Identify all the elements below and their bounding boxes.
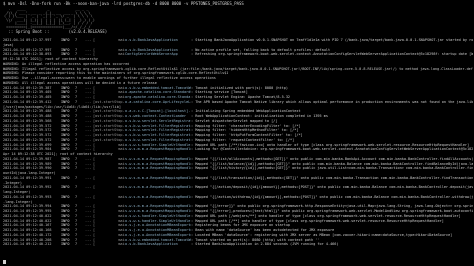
log-message: : Mapped "{[/list/history/{id}],methods=…	[191, 166, 473, 171]
log-thread: [ main]	[93, 166, 125, 171]
log-logger: s.w.s.m.m.a.RequestMappingHandlerMapping	[125, 194, 191, 199]
log-level: INFO	[61, 194, 70, 199]
log-logger: s.w.s.m.m.a.RequestMappingHandlerMapping	[125, 166, 191, 171]
log-thread: [ main]	[93, 194, 125, 199]
log-logger: o.a.catalina.core.AprLifecycleListener	[125, 99, 191, 104]
log-thread: [ main]	[93, 175, 125, 180]
log-line: 2021-04-14 09:12:39.993INFO7---[ main]s.…	[3, 195, 473, 200]
log-level: INFO	[61, 166, 70, 171]
log-logger: s.w.s.m.m.a.RequestMappingHandlerAdapter	[125, 147, 191, 152]
log-logger: o.s.b.BankJavaApplication	[125, 242, 178, 247]
spring-boot-version-line: :: Spring Boot :: (v2.0.4.RELEASE)	[6, 29, 108, 34]
command-line: $ mvn -Dsl -Dno-fork run -Bk --noon-ban-…	[3, 1, 244, 6]
log-thread: [ main]	[93, 38, 125, 42]
log-level: INFO	[61, 242, 70, 247]
terminal-window[interactable]: $ mvn -Dsl -Dno-fork run -Bk --noon-ban-…	[0, 0, 474, 266]
log-message: : Mapped "{[/action/withdraw/{id}/{amoun…	[191, 194, 473, 199]
log-logger: s.w.s.m.m.a.RequestMappingHandlerMapping	[125, 175, 191, 180]
spring-ascii-banner: . ____ _ __ _ _ /\\ / ___'_ __ _ _(_)_ _…	[4, 7, 95, 30]
log-line: 2021-04-14 09:12:40.212 INFO 7 ---[ main]o.…	[3, 242, 473, 247]
log-pid: 7	[75, 194, 78, 199]
log-message: : Mapped "{[/action/deposit/{id}/{amount…	[191, 185, 473, 190]
log-message: : Starting BankJavaApplication v0.0.1-SN…	[191, 38, 473, 42]
log-message: : Mapped "{[/list/transaction/{id}],meth…	[191, 175, 473, 180]
log-pid: 7	[75, 38, 78, 42]
log-logger: s.w.s.m.m.a.RequestMappingHandlerMapping	[125, 185, 191, 190]
log-line: 2021-04-14 09:12:39.990INFO7---[ main]s.…	[3, 166, 473, 171]
log-message: : Refreshing org.springframework.boot.we…	[191, 52, 473, 57]
log-thread: [ main]	[93, 185, 125, 190]
log-separator: ---	[85, 242, 92, 247]
log-line: 2021-04-14 09:12:37.997INFO7---[ main]o.…	[3, 38, 473, 43]
log-separator: ---	[85, 166, 92, 171]
log-message: : Looking for @ControllerAdvice: org.spr…	[191, 147, 473, 152]
log-separator: ---	[85, 185, 92, 190]
log-separator: ---	[85, 175, 92, 180]
log-logger: ConfigServletWebServerApp	[125, 52, 178, 57]
log-line: 2021-04-14 09:12:39.991INFO7---[ main]s.…	[3, 176, 473, 181]
log-level: INFO	[61, 38, 70, 42]
log-separator: ---	[85, 38, 92, 42]
log-pid: 7	[75, 166, 78, 171]
log-level: INFO	[61, 185, 70, 190]
log-output: 2021-04-14 09:12:37.997INFO7---[ main]o.…	[3, 38, 473, 247]
terminal-cursor	[3, 260, 6, 264]
log-level: INFO	[61, 175, 70, 180]
log-separator: ---	[85, 194, 92, 199]
log-message: : Started BankJavaApplication in 2.884 s…	[191, 242, 339, 247]
log-line: 2021-04-14 09:12:39.992INFO7---[ main]s.…	[3, 185, 473, 190]
log-timestamp: 2021-04-14 09:12:40.212	[3, 242, 52, 247]
log-message: : The APR based Apache Tomcat Native lib…	[191, 99, 473, 104]
log-pid: 7	[75, 175, 78, 180]
log-pid: 7	[75, 185, 78, 190]
log-pid: 7	[75, 242, 78, 247]
log-thread: [ main]	[93, 242, 125, 247]
log-logger: o.s.b.BankJavaApplication	[125, 38, 178, 42]
